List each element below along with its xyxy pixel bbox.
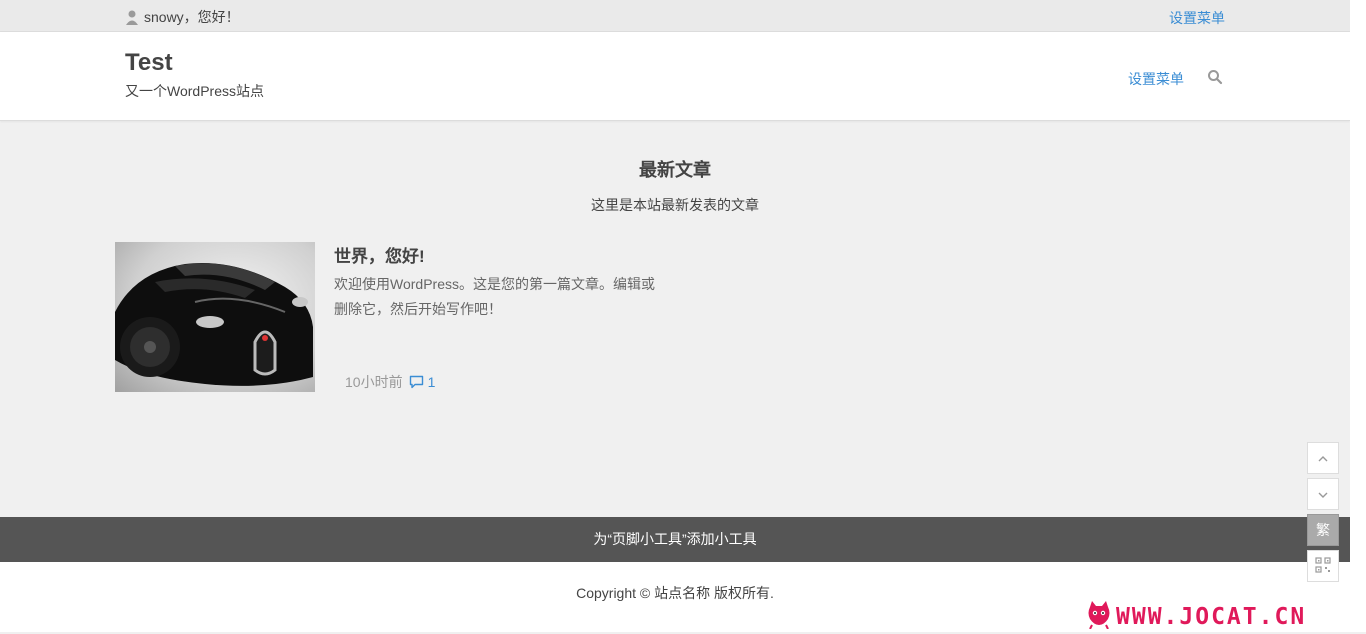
qrcode-icon	[1315, 556, 1331, 576]
watermark: WWW.JOCAT.CN	[1086, 601, 1306, 632]
site-header: Test 又一个WordPress站点 设置菜单	[0, 32, 1350, 121]
comment-count-link[interactable]: 1	[409, 374, 436, 390]
scroll-bottom-button[interactable]	[1307, 478, 1339, 510]
post-time: 10小时前	[345, 374, 403, 390]
top-bar: snowy，您好！ 设置菜单	[0, 0, 1350, 32]
qrcode-button[interactable]	[1307, 550, 1339, 582]
chevron-down-icon	[1317, 486, 1329, 502]
post-excerpt: 欢迎使用WordPress。这是您的第一篇文章。编辑或 删除它，然后开始写作吧！	[334, 272, 674, 322]
site-title[interactable]: Test	[125, 49, 173, 77]
post-excerpt-line: 欢迎使用WordPress。这是您的第一篇文章。编辑或	[334, 276, 655, 292]
post-excerpt-line: 删除它，然后开始写作吧！	[334, 301, 502, 317]
traditional-label: 繁	[1316, 522, 1330, 538]
user-greeting: snowy，您好！	[124, 7, 240, 27]
section-title: 最新文章	[639, 160, 711, 180]
section-subtitle: 这里是本站最新发表的文章	[591, 197, 759, 213]
topbar-menu-link[interactable]: 设置菜单	[1169, 8, 1225, 28]
chevron-up-icon	[1317, 450, 1329, 466]
cat-logo-icon	[1086, 599, 1112, 634]
footer-widget-text[interactable]: 为“页脚小工具”添加小工具	[593, 531, 756, 547]
greeting-text: snowy，您好！	[144, 9, 240, 25]
post-title[interactable]: 世界，您好!	[334, 242, 425, 267]
footer-widget-area: 为“页脚小工具”添加小工具	[0, 517, 1350, 562]
comment-icon	[409, 375, 424, 389]
post-thumbnail[interactable]	[115, 242, 315, 392]
watermark-text: WWW.JOCAT.CN	[1116, 603, 1307, 630]
post-meta: 10小时前 1	[345, 372, 435, 392]
avatar[interactable]	[124, 9, 140, 25]
scroll-top-button[interactable]	[1307, 442, 1339, 474]
copyright-text: Copyright © 站点名称 版权所有.	[576, 585, 774, 601]
comment-count: 1	[427, 374, 436, 390]
search-icon[interactable]	[1207, 69, 1223, 85]
header-menu-link[interactable]: 设置菜单	[1128, 69, 1184, 89]
site-description: 又一个WordPress站点	[125, 83, 264, 99]
traditional-chinese-button[interactable]: 繁	[1307, 514, 1339, 546]
page-scrollbar[interactable]	[1350, 0, 1366, 632]
